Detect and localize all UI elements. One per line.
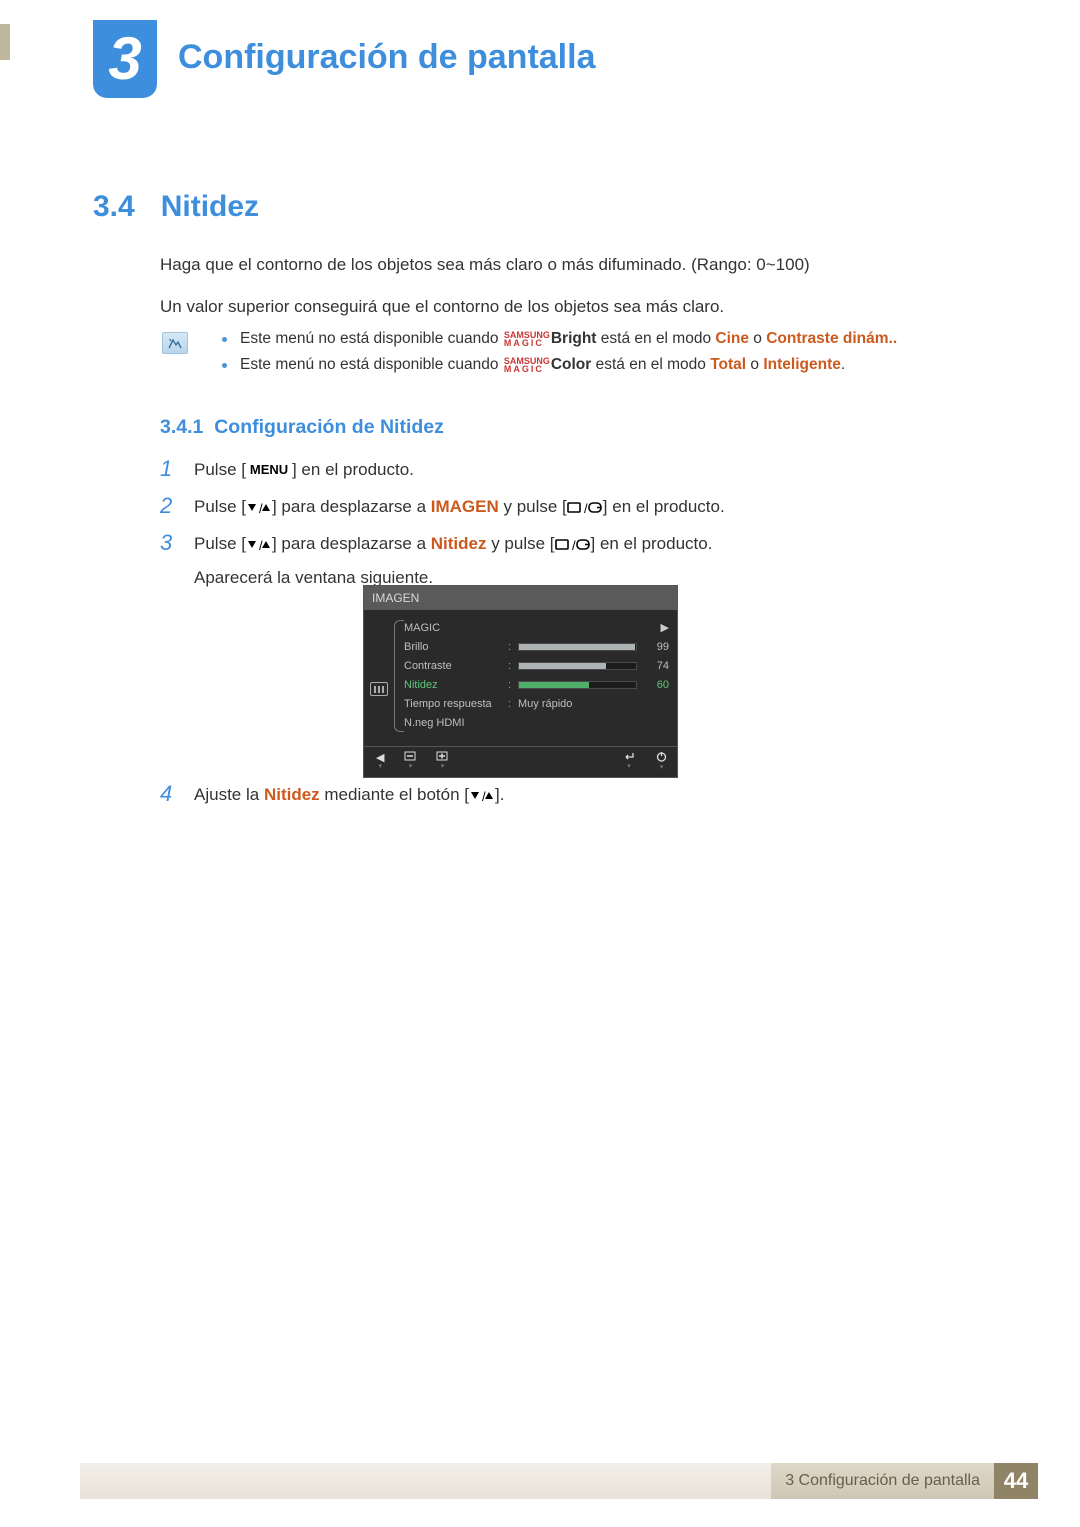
note-block: Este menú no está disponible cuando SAMS… bbox=[162, 330, 962, 382]
osd-row-magic: MAGIC▶ bbox=[404, 618, 669, 637]
osd-category-icon bbox=[370, 682, 388, 696]
osd-title: IMAGEN bbox=[364, 586, 677, 610]
samsung-magic-logo: SAMSUNGMAGIC bbox=[504, 357, 550, 373]
page-footer: 3 Configuración de pantalla 44 bbox=[80, 1463, 1038, 1499]
chapter-number: 3 bbox=[108, 29, 141, 89]
note-icon bbox=[162, 332, 188, 354]
osd-back-icon: ◀▾ bbox=[376, 751, 384, 771]
osd-bracket-decoration bbox=[394, 620, 404, 732]
osd-plus-icon: ▾ bbox=[436, 751, 448, 771]
page-number: 44 bbox=[994, 1463, 1038, 1499]
chapter-badge: 3 bbox=[93, 20, 157, 98]
osd-minus-icon: ▾ bbox=[404, 751, 416, 771]
svg-text:/: / bbox=[482, 790, 486, 803]
step-2: 2 Pulse [/] para desplazarse a IMAGEN y … bbox=[160, 493, 950, 520]
subsection-number: 3.4.1 bbox=[160, 416, 203, 438]
note-item-1: Este menú no está disponible cuando SAMS… bbox=[222, 330, 962, 348]
svg-text:/: / bbox=[259, 502, 263, 515]
svg-text:/: / bbox=[259, 539, 263, 552]
down-up-arrows-icon: / bbox=[469, 790, 495, 803]
intro-block: Haga que el contorno de los objetos sea … bbox=[160, 252, 940, 335]
step-4: 4 Ajuste la Nitidez mediante el botón [/… bbox=[160, 781, 950, 818]
osd-enter-icon: ▾ bbox=[622, 751, 636, 771]
osd-row-nitidez: Nitidez:60 bbox=[404, 675, 669, 694]
osd-power-icon: ▾ bbox=[656, 751, 667, 771]
intro-p1: Haga que el contorno de los objetos sea … bbox=[160, 252, 940, 278]
section-number: 3.4 bbox=[93, 190, 135, 224]
section-title: Nitidez bbox=[161, 190, 259, 224]
subsection-heading: 3.4.1 Configuración de Nitidez bbox=[160, 416, 444, 439]
down-up-arrows-icon: / bbox=[246, 502, 272, 515]
footer-chapter-label: 3 Configuración de pantalla bbox=[771, 1463, 994, 1499]
menu-button-icon: MENU bbox=[246, 462, 292, 478]
svg-text:/: / bbox=[584, 501, 588, 515]
step-1: 1 Pulse [MENU] en el producto. bbox=[160, 456, 950, 483]
osd-row-tiempo: Tiempo respuesta:Muy rápido bbox=[404, 694, 669, 713]
step-3: 3 Pulse [/] para desplazarse a Nitidez y… bbox=[160, 530, 950, 590]
select-source-icon: / bbox=[555, 538, 591, 552]
osd-row-nneg: N.neg HDMI bbox=[404, 713, 669, 732]
side-tab-decoration bbox=[0, 24, 10, 60]
osd-footer-icons: ◀▾ ▾ ▾ ▾ ▾ bbox=[364, 746, 677, 777]
down-up-arrows-icon: / bbox=[246, 539, 272, 552]
svg-text:/: / bbox=[572, 538, 576, 552]
subsection-title: Configuración de Nitidez bbox=[214, 416, 444, 438]
osd-screenshot: IMAGEN MAGIC▶ Brillo:99 Contraste:74 Nit… bbox=[363, 585, 678, 778]
note-item-2: Este menú no está disponible cuando SAMS… bbox=[222, 356, 962, 374]
select-source-icon: / bbox=[567, 501, 603, 515]
chapter-title: Configuración de pantalla bbox=[178, 38, 595, 77]
samsung-magic-logo: SAMSUNGMAGIC bbox=[504, 331, 550, 347]
intro-p2: Un valor superior conseguirá que el cont… bbox=[160, 294, 940, 320]
svg-text:MENU: MENU bbox=[250, 462, 288, 477]
steps-list: 1 Pulse [MENU] en el producto. 2 Pulse [… bbox=[160, 456, 950, 601]
arrow-right-icon: ▶ bbox=[649, 621, 669, 634]
osd-row-contraste: Contraste:74 bbox=[404, 656, 669, 675]
section-heading: 3.4 Nitidez bbox=[93, 190, 259, 224]
osd-row-brillo: Brillo:99 bbox=[404, 637, 669, 656]
